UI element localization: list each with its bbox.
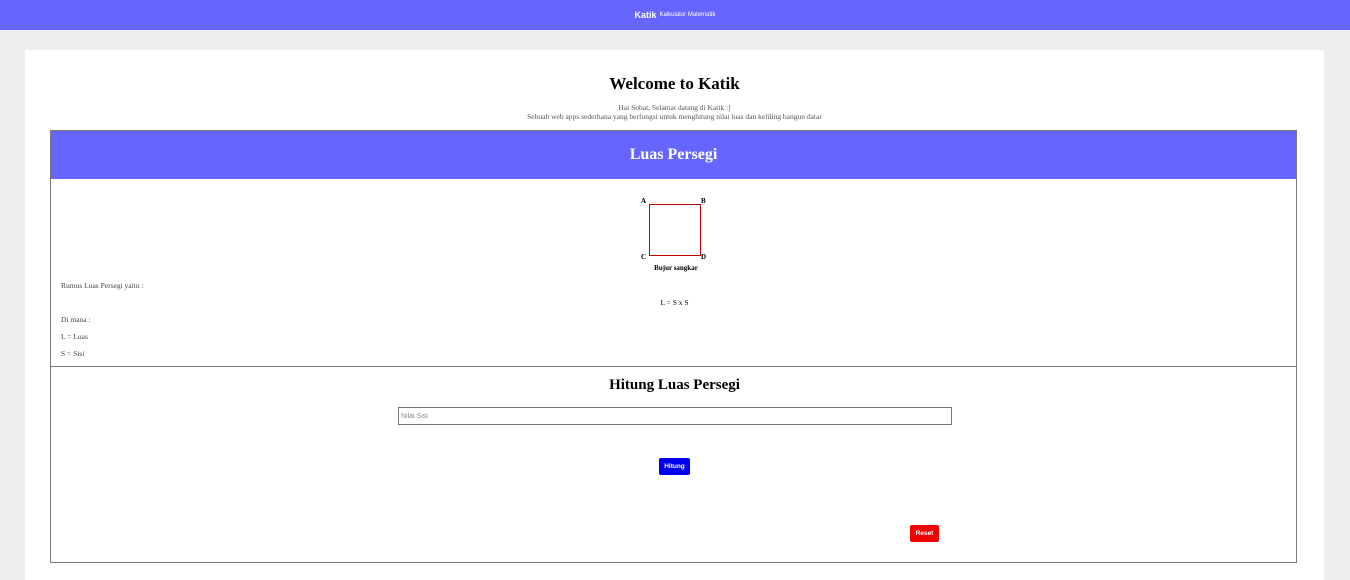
- main-card: Welcome to Katik Hai Sobat, Selamat data…: [25, 50, 1324, 580]
- calculator-title: Hitung Luas Persegi: [609, 377, 740, 393]
- formula-text: L = S x S: [660, 298, 689, 307]
- calculator-panel: Hitung Luas Persegi Hitung Reset: [50, 366, 1297, 563]
- square-diagram: A B C D Bujur sangkar: [641, 196, 711, 274]
- hitung-button[interactable]: Hitung: [659, 458, 690, 475]
- definition-luas: L = Luas: [61, 332, 88, 341]
- rumus-label: Rumus Luas Persegi yaitu :: [61, 281, 144, 290]
- vertex-c-label: C: [641, 253, 647, 261]
- brand-subtitle: Kalkulator Matematik: [659, 12, 716, 18]
- vertex-b-label: B: [701, 197, 706, 205]
- luas-persegi-info-panel: Luas Persegi A B C D Bujur sangkar Rumus…: [50, 130, 1297, 367]
- intro-text: Hai Sobat, Selamat datang di Katik :] Se…: [25, 103, 1324, 121]
- definition-sisi: S = Sisi: [61, 349, 85, 358]
- diagram-caption: Bujur sangkar: [654, 264, 698, 272]
- dimana-label: Di mana :: [61, 315, 91, 324]
- page-title: Welcome to Katik: [609, 74, 740, 93]
- vertex-a-label: A: [641, 197, 647, 205]
- square-shape: [649, 204, 701, 256]
- vertex-d-label: D: [701, 253, 707, 261]
- brand-logo-text[interactable]: Katik: [634, 10, 656, 20]
- intro-line-greeting: Hai Sobat, Selamat datang di Katik :]: [618, 103, 731, 112]
- top-navbar: Katik Kalkulator Matematik: [0, 0, 1350, 30]
- panel-title: Luas Persegi: [51, 131, 1296, 179]
- intro-line-description: Sebuah web apps sederhana yang berfungsi…: [527, 112, 822, 121]
- reset-button[interactable]: Reset: [910, 525, 939, 542]
- nilai-sisi-input[interactable]: [398, 407, 952, 425]
